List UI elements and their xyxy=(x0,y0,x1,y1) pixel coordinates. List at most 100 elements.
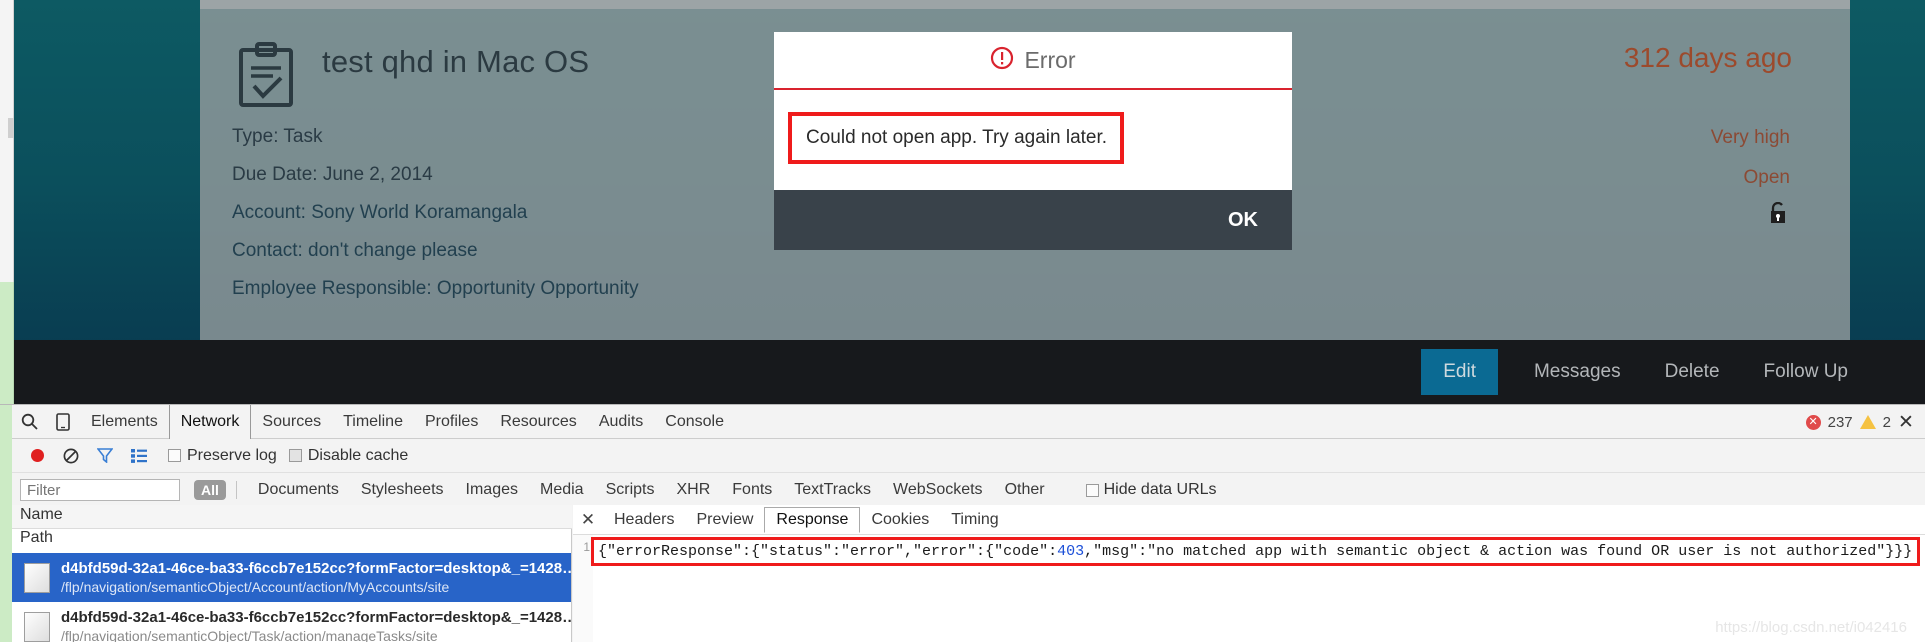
error-count: 237 xyxy=(1827,413,1853,431)
card-meta-type: Type: Task xyxy=(232,126,323,147)
application-area: test qhd in Mac OS Type: Task Due Date: … xyxy=(0,0,1925,404)
device-toolbar-icon[interactable] xyxy=(46,405,80,439)
search-icon[interactable] xyxy=(12,405,46,439)
preserve-log-checkbox[interactable]: Preserve log xyxy=(168,447,277,465)
card-meta-employee[interactable]: Employee Responsible: Opportunity Opport… xyxy=(232,278,639,300)
filter-type-images[interactable]: Images xyxy=(455,481,529,499)
network-filter-row: All Documents Stylesheets Images Media S… xyxy=(12,473,1925,507)
lock-open-icon xyxy=(1768,201,1788,224)
filter-type-texttracks[interactable]: TextTracks xyxy=(783,481,882,499)
edit-button[interactable]: Edit xyxy=(1421,349,1498,395)
table-row[interactable]: d4bfd59d-32a1-46ce-ba33-f6ccb7e152cc?for… xyxy=(12,553,571,602)
checkbox-box xyxy=(1085,483,1099,497)
disable-cache-checkbox[interactable]: Disable cache xyxy=(288,447,408,465)
card-age-label: 312 days ago xyxy=(1623,42,1792,73)
request-detail-tabbar: ✕ Headers Preview Response Cookies Timin… xyxy=(573,505,1925,535)
filter-type-xhr[interactable]: XHR xyxy=(665,481,721,499)
detail-tab-preview[interactable]: Preview xyxy=(685,508,764,532)
request-path: /flp/navigation/semanticObject/Task/acti… xyxy=(61,628,438,642)
filter-type-stylesheets[interactable]: Stylesheets xyxy=(350,481,455,499)
page-title: test qhd in Mac OS xyxy=(322,44,590,79)
filter-type-all[interactable]: All xyxy=(194,480,226,500)
browser-chrome-left-strip xyxy=(0,0,14,282)
filter-type-media[interactable]: Media xyxy=(529,481,595,499)
checkbox-box xyxy=(168,449,181,462)
response-json-highlight: {"errorResponse":{"status":"error","erro… xyxy=(591,537,1920,566)
request-path: /flp/navigation/semanticObject/Account/a… xyxy=(61,579,450,595)
filter-type-other[interactable]: Other xyxy=(994,481,1056,499)
hide-data-urls-checkbox[interactable]: Hide data URLs xyxy=(1085,481,1217,499)
error-message-highlight: Could not open app. Try again later. xyxy=(788,112,1124,164)
warning-count: 2 xyxy=(1882,413,1891,431)
action-toolbar: Edit Messages Delete Follow Up xyxy=(14,340,1925,404)
clipboard-task-icon xyxy=(238,42,294,108)
request-name: d4bfd59d-32a1-46ce-ba33-f6ccb7e152cc?for… xyxy=(61,609,571,626)
response-json-prefix: {"errorResponse":{"status":"error","erro… xyxy=(598,543,1058,560)
card-priority-label: Very high xyxy=(1710,127,1790,148)
network-body: Name Path d4bfd59d-32a1-46ce-ba33-f6ccb7… xyxy=(12,505,1925,642)
clear-icon[interactable] xyxy=(54,439,88,473)
tab-sources[interactable]: Sources xyxy=(251,405,332,439)
error-dialog-header: Error xyxy=(774,32,1292,90)
close-detail-icon[interactable]: ✕ xyxy=(573,505,603,535)
messages-button[interactable]: Messages xyxy=(1512,349,1643,395)
request-detail-pane: ✕ Headers Preview Response Cookies Timin… xyxy=(573,505,1925,642)
error-dialog-message: Could not open app. Try again later. xyxy=(806,127,1108,148)
filter-type-fonts[interactable]: Fonts xyxy=(721,481,783,499)
table-row[interactable]: d4bfd59d-32a1-46ce-ba33-f6ccb7e152cc?for… xyxy=(12,602,571,642)
tab-network[interactable]: Network xyxy=(168,404,252,439)
filter-input[interactable] xyxy=(20,479,180,501)
error-exclamation-icon xyxy=(990,46,1014,75)
detail-tab-headers[interactable]: Headers xyxy=(603,508,685,532)
error-dialog-title: Error xyxy=(1024,46,1076,73)
error-count-icon: ✕ xyxy=(1805,414,1821,430)
response-json-suffix: ,"msg":"no matched app with semantic obj… xyxy=(1084,543,1913,560)
close-icon[interactable]: ✕ xyxy=(1893,405,1919,439)
card-top-bar xyxy=(200,0,1850,9)
divider xyxy=(235,481,237,499)
tab-profiles[interactable]: Profiles xyxy=(414,405,489,439)
follow-up-button[interactable]: Follow Up xyxy=(1742,349,1870,395)
watermark: https://blog.csdn.net/i042416 xyxy=(1715,619,1907,636)
request-type-icon xyxy=(24,611,50,642)
devtools-panel: Elements Network Sources Timeline Profil… xyxy=(0,404,1925,642)
filter-type-documents[interactable]: Documents xyxy=(247,481,350,499)
tab-console[interactable]: Console xyxy=(654,405,735,439)
error-dialog-body: Could not open app. Try again later. xyxy=(774,92,1292,189)
preserve-log-label: Preserve log xyxy=(187,446,277,464)
filter-funnel-icon[interactable] xyxy=(88,439,122,473)
record-icon[interactable] xyxy=(20,439,54,473)
tab-audits[interactable]: Audits xyxy=(588,405,654,439)
response-json-code: 403 xyxy=(1057,543,1085,560)
network-controls-row: Preserve log Disable cache xyxy=(12,439,1925,473)
column-header-name[interactable]: Name xyxy=(12,505,572,529)
card-meta-account[interactable]: Account: Sony World Koramangala xyxy=(232,202,527,224)
column-header-name-label: Name xyxy=(20,506,63,523)
delete-button[interactable]: Delete xyxy=(1643,349,1742,395)
request-list[interactable]: d4bfd59d-32a1-46ce-ba33-f6ccb7e152cc?for… xyxy=(12,529,572,642)
devtools-status-counters[interactable]: ✕ 237 2 xyxy=(1805,405,1891,439)
error-dialog-footer: OK xyxy=(774,190,1292,250)
browser-chrome-left-strip-lower xyxy=(0,282,14,404)
card-meta-contact[interactable]: Contact: don't change please xyxy=(232,240,478,262)
devtools-left-rail xyxy=(0,405,12,642)
ok-button[interactable]: OK xyxy=(1194,199,1292,242)
response-line-number: 1 xyxy=(573,535,593,642)
detail-tab-response[interactable]: Response xyxy=(764,506,861,533)
tab-resources[interactable]: Resources xyxy=(489,405,587,439)
error-dialog: Error Could not open app. Try again late… xyxy=(774,32,1292,250)
response-body-viewer: 1 {"errorResponse":{"status":"error","er… xyxy=(573,535,1925,642)
request-type-icon xyxy=(24,562,50,593)
detail-tab-cookies[interactable]: Cookies xyxy=(860,508,940,532)
request-name: d4bfd59d-32a1-46ce-ba33-f6ccb7e152cc?for… xyxy=(61,560,571,577)
list-view-icon[interactable] xyxy=(122,439,156,473)
detail-tab-timing[interactable]: Timing xyxy=(940,508,1009,532)
tab-timeline[interactable]: Timeline xyxy=(332,405,414,439)
devtools-tabbar: Elements Network Sources Timeline Profil… xyxy=(12,404,1925,439)
screenshot-root: test qhd in Mac OS Type: Task Due Date: … xyxy=(0,0,1925,642)
checkbox-box xyxy=(288,449,302,462)
card-meta-due-date: Due Date: June 2, 2014 xyxy=(232,164,433,185)
filter-type-websockets[interactable]: WebSockets xyxy=(882,481,994,499)
filter-type-scripts[interactable]: Scripts xyxy=(595,481,666,499)
tab-elements[interactable]: Elements xyxy=(80,405,169,439)
